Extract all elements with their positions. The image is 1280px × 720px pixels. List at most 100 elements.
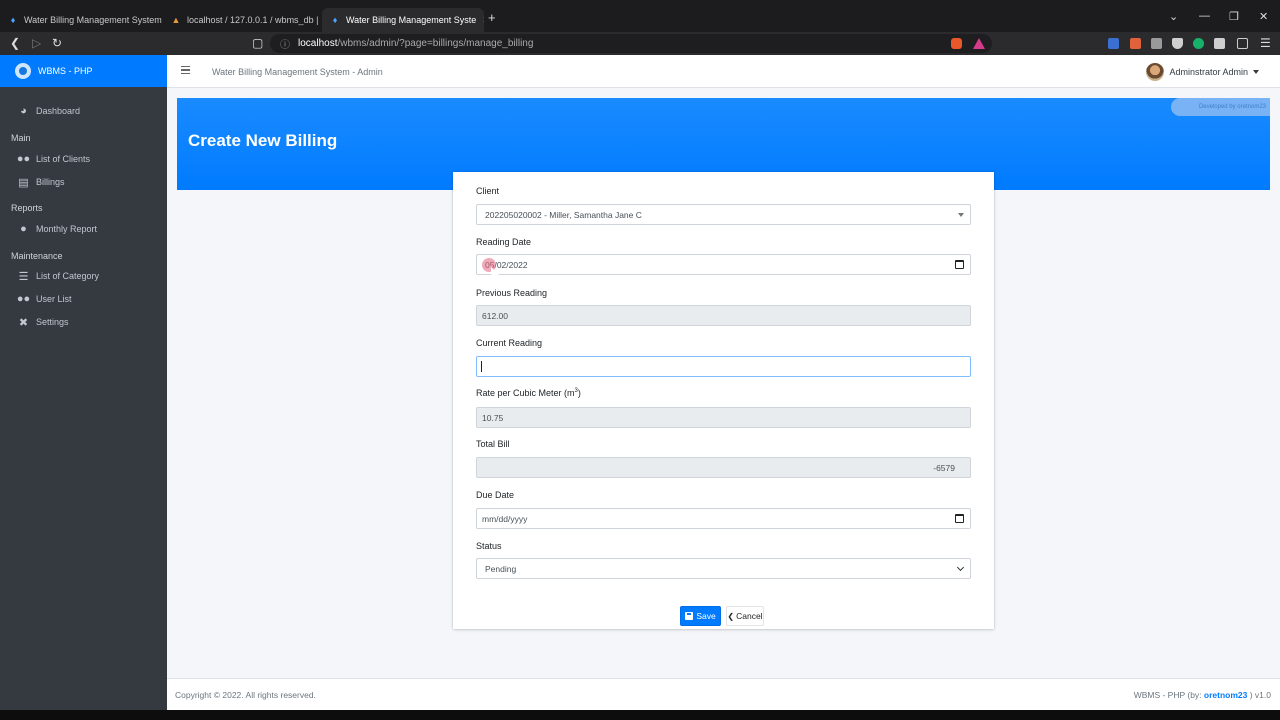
menu-icon[interactable]: ☰: [1260, 36, 1271, 50]
author-link[interactable]: oretnom23: [1204, 690, 1247, 700]
avatar: [1146, 63, 1165, 81]
total-bill-value: -6579: [933, 462, 955, 473]
restore-icon[interactable]: ❐: [1229, 10, 1239, 23]
caret-down-icon: [958, 213, 964, 217]
browser-tab[interactable]: ♦ Water Billing Management System in P: [0, 8, 164, 32]
total-bill-label: Total Bill: [476, 439, 510, 449]
sidebar-item-dashboard[interactable]: ◕ Dashboard: [0, 101, 167, 121]
puzzle-icon[interactable]: [1214, 38, 1225, 49]
credit-prefix: WBMS - PHP (by:: [1133, 690, 1204, 700]
status-select[interactable]: Pending: [476, 558, 971, 579]
droplet-icon: ♦: [332, 15, 338, 25]
credit-suffix: ) v1.0: [1247, 690, 1271, 700]
reload-icon[interactable]: ↻: [52, 36, 62, 50]
caret-down-icon: [1253, 70, 1259, 74]
sidebar-header-reports: Reports: [11, 203, 43, 213]
previous-reading-value: 612.00: [482, 310, 508, 321]
sidebar-item-settings[interactable]: ✖ Settings: [0, 312, 167, 332]
rate-label-end: ): [577, 388, 581, 398]
due-date-input[interactable]: mm/dd/yyyy: [476, 508, 971, 529]
sidebar-item-billings[interactable]: ▤ Billings: [0, 172, 167, 192]
client-value: 202205020002 - Miller, Samantha Jane C: [485, 209, 642, 220]
brave-shield-icon[interactable]: [951, 38, 962, 49]
window-bottom-edge: [0, 710, 1280, 720]
address-bar[interactable]: ⓘ localhost/wbms/admin/?page=billings/ma…: [270, 34, 992, 53]
tools-icon: ✖: [18, 316, 29, 329]
save-icon: [685, 612, 694, 620]
translate-icon[interactable]: [1108, 38, 1119, 49]
th-list-icon: ☰: [18, 270, 29, 283]
tab-title: Water Billing Management System in P: [24, 15, 164, 25]
due-date-label: Due Date: [476, 490, 515, 500]
tab-title: localhost / 127.0.0.1 / wbms_db | php: [187, 15, 321, 25]
cancel-label: Cancel: [736, 611, 763, 621]
camera-icon[interactable]: [1151, 38, 1162, 49]
minimize-icon[interactable]: —: [1199, 10, 1210, 22]
reading-date-input[interactable]: 05/02/2022: [476, 254, 971, 275]
previous-reading-field: 612.00: [476, 305, 971, 326]
current-reading-input[interactable]: [476, 356, 971, 377]
bookmark-icon[interactable]: ▢: [252, 36, 263, 50]
chevron-down-icon[interactable]: ⌄: [1169, 10, 1178, 23]
file-invoice-icon: ▤: [18, 176, 29, 189]
sidebar-item-user-list[interactable]: ●● User List: [0, 289, 167, 309]
tab-title: Water Billing Management Syste: [346, 15, 477, 25]
extension-icon[interactable]: [1130, 38, 1141, 49]
sidebar-item-clients[interactable]: ●● List of Clients: [0, 149, 167, 169]
sidebar-item-label: User List: [36, 294, 72, 304]
footer-credit: WBMS - PHP (by: oretnom23 ) v1.0: [1134, 690, 1271, 700]
hamburger-icon[interactable]: [181, 66, 190, 74]
previous-reading-label: Previous Reading: [476, 288, 548, 298]
brave-rewards-icon[interactable]: [973, 38, 985, 49]
brand-name: WBMS - PHP: [38, 66, 93, 76]
wallet-icon[interactable]: [1237, 38, 1248, 49]
calendar-icon[interactable]: [955, 260, 964, 269]
footer: Copyright © 2022. All rights reserved. W…: [167, 678, 1280, 710]
sidebar-item-monthly-report[interactable]: ● Monthly Report: [0, 219, 167, 239]
client-select[interactable]: 202205020002 - Miller, Samantha Jane C: [476, 204, 971, 225]
sidebar: WBMS - PHP ◕ Dashboard Main ●● List of C…: [0, 55, 167, 720]
sidebar-item-label: List of Category: [36, 271, 100, 281]
save-button[interactable]: Save: [680, 606, 721, 626]
sidebar-header-main: Main: [11, 133, 31, 143]
rate-label: Rate per Cubic Meter (m3): [476, 388, 581, 398]
sidebar-item-label: Dashboard: [36, 106, 81, 116]
rate-field: 10.75: [476, 407, 971, 428]
cancel-button[interactable]: ❮ Cancel: [726, 606, 764, 626]
browser-tab[interactable]: ▲ localhost / 127.0.0.1 / wbms_db | php: [163, 8, 321, 32]
developer-badge: Developed by oretnom23: [1171, 98, 1270, 116]
browser-tab-bar: ♦ Water Billing Management System in P ▲…: [0, 0, 1280, 32]
shield-icon[interactable]: [1172, 38, 1183, 49]
chevron-down-icon: [956, 563, 965, 572]
back-icon[interactable]: ❮: [10, 36, 20, 50]
grammarly-icon[interactable]: [1193, 38, 1204, 49]
close-icon[interactable]: ✕: [482, 15, 484, 26]
top-navbar: Water Billing Management System - Admin …: [167, 55, 1280, 88]
sidebar-item-category[interactable]: ☰ List of Category: [0, 266, 167, 286]
brand-link[interactable]: WBMS - PHP: [0, 55, 167, 87]
user-name: Adminstrator Admin: [1169, 67, 1248, 77]
text-cursor: [481, 361, 482, 372]
calendar-icon[interactable]: [955, 514, 964, 523]
users-cog-icon: ●●: [16, 293, 31, 305]
forward-icon[interactable]: ▷: [32, 36, 41, 50]
user-menu[interactable]: Adminstrator Admin: [1146, 63, 1259, 81]
browser-tab-active[interactable]: ♦ Water Billing Management Syste ✕: [322, 8, 484, 32]
billing-form-card: Client 202205020002 - Miller, Samantha J…: [453, 172, 994, 629]
copyright-text: Copyright © 2022. All rights reserved.: [175, 690, 316, 700]
users-icon: ●●: [16, 153, 31, 165]
due-date-placeholder: mm/dd/yyyy: [482, 513, 528, 524]
new-tab-icon[interactable]: +: [488, 10, 496, 25]
close-window-icon[interactable]: ✕: [1259, 10, 1268, 23]
dashboard-icon: ◕: [20, 105, 27, 117]
save-label: Save: [696, 611, 716, 621]
phpmyadmin-icon: ▲: [171, 15, 181, 25]
page-title: Create New Billing: [188, 131, 338, 150]
info-icon: ⓘ: [280, 40, 290, 51]
status-label: Status: [476, 541, 502, 551]
chevron-left-icon: ❮: [727, 611, 735, 621]
app-title: Water Billing Management System - Admin: [212, 67, 383, 77]
status-value: Pending: [485, 563, 517, 574]
reading-date-label: Reading Date: [476, 237, 532, 247]
url-path: /wbms/admin/?page=billings/manage_billin…: [337, 38, 534, 49]
